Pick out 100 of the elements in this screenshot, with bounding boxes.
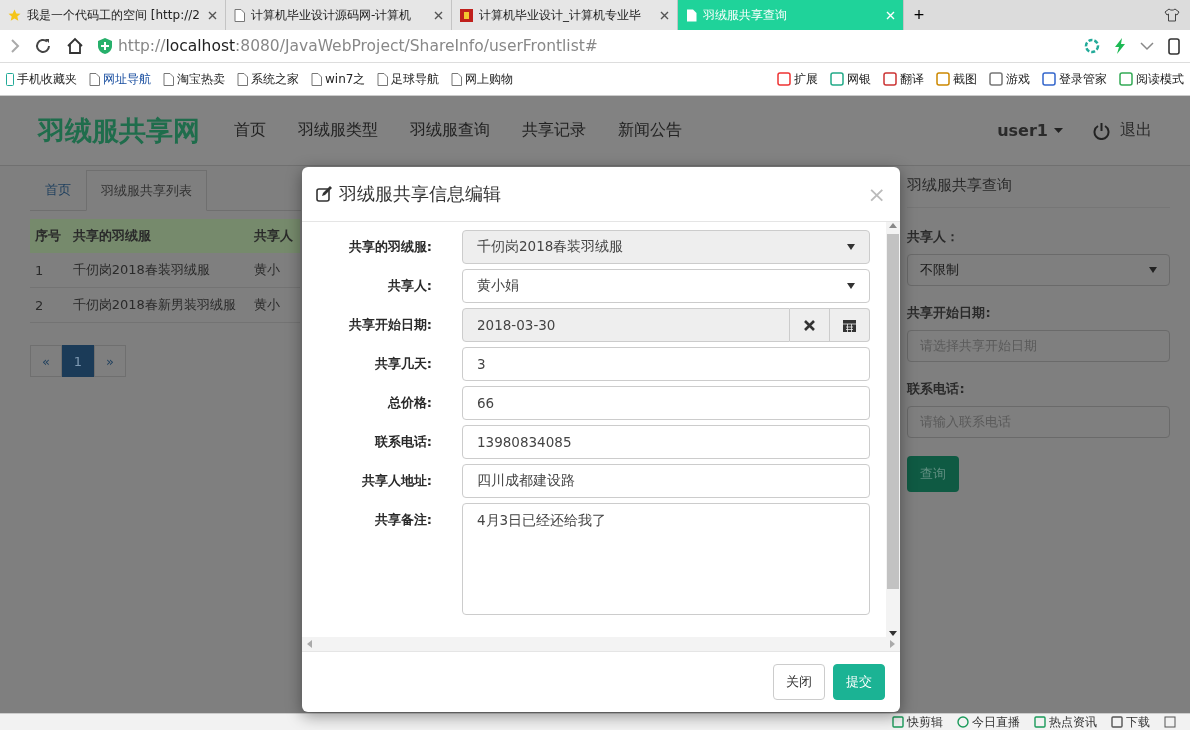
column-header: 共享的羽绒服 xyxy=(67,219,249,253)
status-item[interactable]: 下载 xyxy=(1111,713,1150,730)
select-field[interactable]: 黄小娟 xyxy=(462,269,870,303)
caret-icon xyxy=(847,244,855,250)
shirt-icon[interactable] xyxy=(1164,8,1180,22)
field-label: 联系电话: xyxy=(907,380,966,398)
page-icon xyxy=(377,72,389,86)
select-field[interactable]: 不限制 xyxy=(907,254,1170,286)
horizontal-scrollbar[interactable] xyxy=(302,637,900,651)
modal-title: 羽绒服共享信息编辑 xyxy=(339,182,501,206)
bookmark-link[interactable]: 系统之家 xyxy=(235,70,301,88)
caret-icon xyxy=(847,283,855,289)
clear-button[interactable] xyxy=(790,308,830,342)
nav-link[interactable]: 共享记录 xyxy=(522,120,586,141)
field-label: 共享开始日期: xyxy=(347,316,432,334)
phone-icon xyxy=(6,72,14,86)
page-icon xyxy=(237,72,248,86)
page-icon xyxy=(451,72,463,86)
bookmark-link[interactable]: 淘宝热卖 xyxy=(161,70,227,88)
bookmark-link[interactable]: 网上购物 xyxy=(449,70,516,88)
close-icon xyxy=(804,319,815,331)
scroll-right-icon xyxy=(890,640,896,648)
star-icon xyxy=(8,8,21,22)
status-icon xyxy=(957,716,969,728)
bookmark-link[interactable]: 足球导航 xyxy=(375,70,442,88)
nav-link[interactable]: 首页 xyxy=(234,120,266,141)
calendar-icon xyxy=(843,318,856,332)
sync-icon[interactable] xyxy=(1084,38,1100,54)
status-item[interactable]: 热点资讯 xyxy=(1034,713,1097,730)
field-label: 共享几天: xyxy=(373,355,432,373)
table-cell: 千仞岗2018春新男装羽绒服 xyxy=(67,287,249,323)
tool-icon xyxy=(830,72,844,86)
phone-icon[interactable] xyxy=(1168,37,1180,55)
close-button[interactable]: 关闭 xyxy=(773,664,825,700)
bookmark-link[interactable]: 网址导航 xyxy=(87,70,153,88)
toolbar-button[interactable]: 翻译 xyxy=(881,70,926,88)
status-item[interactable]: 快剪辑 xyxy=(892,713,943,730)
scroll-up-icon[interactable] xyxy=(889,222,897,230)
shield-icon xyxy=(98,38,112,54)
caret-icon xyxy=(1054,128,1063,133)
page-button[interactable]: 1 xyxy=(62,345,94,377)
browser-tab[interactable]: 计算机毕业设计_计算机专业毕 xyxy=(452,0,678,30)
address-field[interactable]: http://localhost:8080/JavaWebProject/ShareInfo/userFrontlist# xyxy=(98,37,1070,55)
close-icon[interactable] xyxy=(208,10,217,20)
input-field[interactable]: 13980834085 xyxy=(462,425,870,459)
tool-icon xyxy=(1042,72,1056,86)
window-icon[interactable] xyxy=(1164,716,1176,728)
close-icon[interactable] xyxy=(434,10,443,20)
calendar-button[interactable] xyxy=(830,308,870,342)
user-menu[interactable]: user1 xyxy=(997,121,1063,140)
page-icon xyxy=(686,8,697,22)
bookmark-link[interactable]: 手机收藏夹 xyxy=(4,70,79,88)
home-icon[interactable] xyxy=(66,37,84,55)
nav-link[interactable]: 羽绒服类型 xyxy=(298,120,378,141)
tool-icon xyxy=(777,72,791,86)
textarea-field[interactable]: 4月3日已经还给我了 xyxy=(462,503,870,615)
page-icon xyxy=(163,72,174,86)
table-cell: 1 xyxy=(30,253,68,288)
toolbar-button[interactable]: 游戏 xyxy=(987,70,1032,88)
column-header: 序号 xyxy=(30,219,68,253)
scroll-left-icon xyxy=(306,640,312,648)
table-cell: 千仞岗2018春装羽绒服 xyxy=(67,253,249,288)
field-label: 总价格: xyxy=(386,394,432,412)
page-icon xyxy=(89,72,100,86)
table-cell: 2 xyxy=(30,287,68,323)
toolbar-button[interactable]: 扩展 xyxy=(775,70,820,88)
page-icon xyxy=(311,72,322,86)
tool-icon xyxy=(989,72,1003,86)
field-label: 共享人: xyxy=(386,277,432,295)
scrollbar[interactable] xyxy=(886,222,900,637)
caret-icon[interactable] xyxy=(1140,41,1154,51)
caret-icon xyxy=(1149,267,1157,273)
input-field[interactable]: 66 xyxy=(462,386,870,420)
site-icon xyxy=(460,8,473,22)
table-cell: 黄小 xyxy=(248,253,300,288)
field-label: 共享开始日期: xyxy=(907,304,992,322)
browser-tab[interactable]: 我是一个代码工的空间 [http://2 xyxy=(0,0,226,30)
toolbar-button[interactable]: 截图 xyxy=(934,70,979,88)
toolbar-button[interactable]: 网银 xyxy=(828,70,873,88)
tool-icon xyxy=(883,72,897,86)
close-icon[interactable] xyxy=(660,10,669,20)
new-tab-button[interactable]: + xyxy=(904,0,934,30)
status-icon xyxy=(1034,716,1046,728)
nav-link[interactable]: 羽绒服查询 xyxy=(410,120,490,141)
toolbar-button[interactable]: 登录管家 xyxy=(1040,70,1109,88)
column-header: 共享人 xyxy=(248,219,300,253)
page-icon xyxy=(234,8,245,22)
status-item[interactable]: 今日直播 xyxy=(957,713,1020,730)
bookmark-link[interactable]: win7之 xyxy=(309,70,368,88)
nav-link[interactable]: 新闻公告 xyxy=(618,120,682,141)
input-field[interactable]: 3 xyxy=(462,347,870,381)
input-field[interactable]: 四川成都建设路 xyxy=(462,464,870,498)
logout-link[interactable]: 退出 xyxy=(1093,120,1152,141)
power-icon xyxy=(1093,121,1110,140)
browser-tab[interactable]: 计算机毕业设计源码网-计算机 xyxy=(226,0,452,30)
lightning-icon[interactable] xyxy=(1114,38,1126,54)
toolbar-button[interactable]: 阅读模式 xyxy=(1117,70,1186,88)
table-cell: 黄小 xyxy=(248,287,300,323)
tool-icon xyxy=(936,72,950,86)
reload-icon[interactable] xyxy=(34,37,52,55)
